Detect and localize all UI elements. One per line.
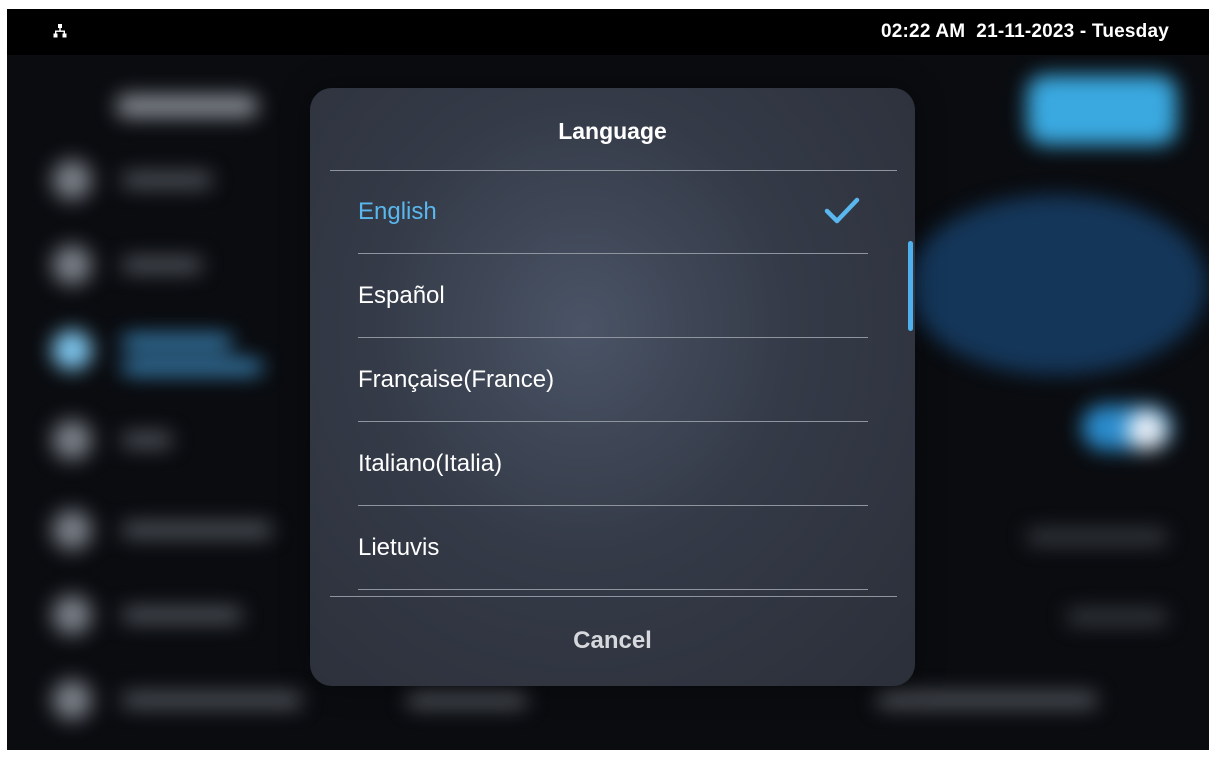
status-time: 02:22 AM xyxy=(881,21,966,42)
language-option-italiano[interactable]: Italiano(Italia) xyxy=(358,422,868,506)
bg-row-text xyxy=(122,258,202,272)
bg-row-text xyxy=(407,693,527,707)
network-tree-icon xyxy=(53,24,67,38)
language-label: Español xyxy=(358,282,445,309)
language-label: Française(France) xyxy=(358,366,555,393)
bg-row-icon xyxy=(52,160,92,200)
language-option-francaise[interactable]: Française(France) xyxy=(358,338,868,422)
bg-row-text xyxy=(122,608,242,622)
bg-row-text xyxy=(122,693,302,707)
language-option-english[interactable]: English xyxy=(358,170,868,254)
status-bar: 02:22 AM 21-11-2023 - Tuesday xyxy=(7,9,1209,55)
bg-row-icon xyxy=(52,245,92,285)
bg-row-text xyxy=(877,693,1097,707)
bg-row-text xyxy=(122,433,172,447)
bg-row-text xyxy=(122,335,232,349)
bg-row-text xyxy=(1027,530,1167,544)
status-date: 21-11-2023 - Tuesday xyxy=(976,21,1169,42)
bg-row-icon xyxy=(52,680,92,720)
bg-title-placeholder xyxy=(117,95,257,117)
bg-row-icon xyxy=(52,330,92,370)
status-datetime: 02:22 AM 21-11-2023 - Tuesday xyxy=(881,21,1169,43)
language-list[interactable]: English Español Française(France) Italia… xyxy=(330,170,897,595)
language-label: Italiano(Italia) xyxy=(358,450,503,477)
language-dialog: Language English Español Française(Franc… xyxy=(310,88,915,686)
bg-row-text xyxy=(1067,610,1167,624)
bg-row-icon xyxy=(52,595,92,635)
bg-row-icon xyxy=(52,510,92,550)
bg-glow xyxy=(907,195,1207,375)
language-option-espanol[interactable]: Español xyxy=(358,254,868,338)
language-label: English xyxy=(358,198,437,225)
bg-row-text xyxy=(122,173,212,187)
checkmark-icon xyxy=(824,197,860,224)
language-option-lietuvis[interactable]: Lietuvis xyxy=(358,506,868,590)
list-scrollbar[interactable] xyxy=(908,241,913,331)
language-label: Lietuvis xyxy=(358,534,440,561)
dialog-title: Language xyxy=(558,118,667,144)
device-screen: 02:22 AM 21-11-2023 - Tuesday Language E… xyxy=(7,9,1209,750)
bg-row-text xyxy=(122,360,262,374)
cancel-button[interactable]: Cancel xyxy=(310,596,915,686)
bg-row-text xyxy=(122,523,272,537)
bg-glow xyxy=(1127,410,1167,450)
bg-row-icon xyxy=(52,420,92,460)
bg-glow xyxy=(1027,75,1177,145)
